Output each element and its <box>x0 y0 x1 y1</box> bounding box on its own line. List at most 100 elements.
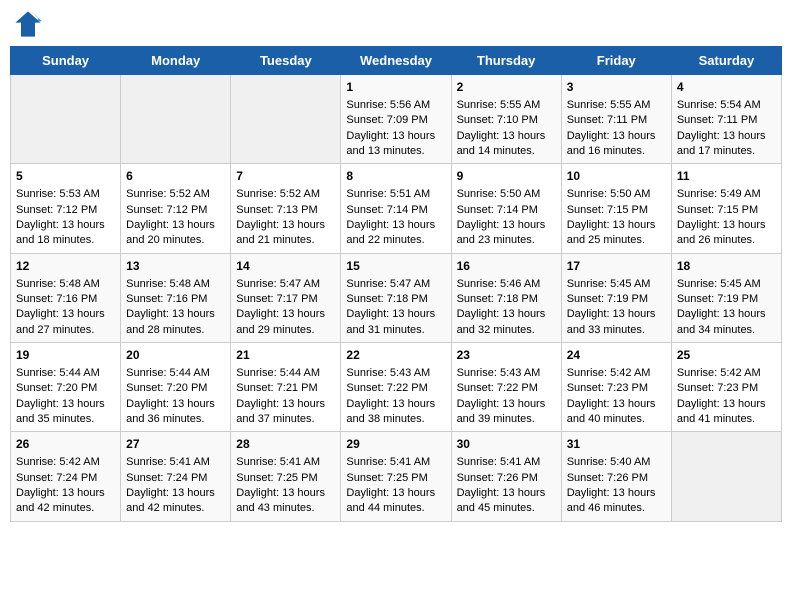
day-number: 19 <box>16 347 115 364</box>
sunrise-text: Sunrise: 5:42 AM <box>567 366 666 381</box>
daylight-text: Daylight: 13 hours and 16 minutes. <box>567 129 666 160</box>
sunset-text: Sunset: 7:14 PM <box>346 203 445 218</box>
calendar-cell: 1Sunrise: 5:56 AMSunset: 7:09 PMDaylight… <box>341 75 451 164</box>
calendar-body: 1 Sunrise: 5:56 AMSunset: 7:09 PM Daylight… <box>11 75 782 522</box>
sunset-text: Sunset: 7:22 PM <box>346 381 445 396</box>
daylight-text: Daylight: 13 hours and 23 minutes. <box>457 218 556 249</box>
calendar-week-3: 12Sunrise: 5:48 AMSunset: 7:16 PMDayligh… <box>11 253 782 342</box>
daylight-text: Daylight: 13 hours and 14 minutes. <box>457 129 556 160</box>
calendar-cell: 18Sunrise: 5:45 AMSunset: 7:19 PMDayligh… <box>671 253 781 342</box>
daylight-text: Daylight: 13 hours and 36 minutes. <box>126 397 225 428</box>
sunrise-text: Sunrise: 5:47 AM <box>236 277 335 292</box>
sunrise-text: Sunrise: 5:50 AM <box>567 187 666 202</box>
calendar-week-1: 1 Sunrise: 5:56 AMSunset: 7:09 PM Daylight… <box>11 75 782 164</box>
calendar-cell: 5 Sunrise: 5:53 AMSunset: 7:12 PMDaylight… <box>11 164 121 253</box>
day-number: 29 <box>346 436 445 453</box>
calendar-cell: 23Sunrise: 5:43 AMSunset: 7:22 PMDayligh… <box>451 343 561 432</box>
day-number: 5 <box>16 168 115 185</box>
day-number: 30 <box>457 436 556 453</box>
calendar-cell: 9Sunrise: 5:50 AMSunset: 7:14 PMDaylight… <box>451 164 561 253</box>
calendar-cell: 20Sunrise: 5:44 AMSunset: 7:20 PMDayligh… <box>121 343 231 432</box>
calendar-cell: 2Sunrise: 5:55 AMSunset: 7:10 PMDaylight… <box>451 75 561 164</box>
sunset-text: Sunset: 7:12 PM <box>126 203 225 218</box>
weekday-header-tuesday: Tuesday <box>231 47 341 75</box>
sunset-text: Sunset: 7:16 PM <box>16 292 115 307</box>
sunrise-text: Sunrise: 5:52 AM <box>236 187 335 202</box>
sunset-text: Sunset: 7:19 PM <box>567 292 666 307</box>
calendar-cell: 15Sunrise: 5:47 AMSunset: 7:18 PMDayligh… <box>341 253 451 342</box>
calendar-week-2: 5Sunrise: 5:53 AMSunset: 7:12 PMDaylight… <box>11 164 782 253</box>
daylight-text: Daylight: 13 hours and 38 minutes. <box>346 397 445 428</box>
weekday-header-sunday: Sunday <box>11 47 121 75</box>
sunset-text: Sunset: 7:20 PM <box>16 381 115 396</box>
sunrise-text: Sunrise: 5:50 AM <box>457 187 556 202</box>
daylight-text: Daylight: 13 hours and 29 minutes. <box>236 307 335 338</box>
day-number: 21 <box>236 347 335 364</box>
sunset-text: Sunset: 7:25 PM <box>346 471 445 486</box>
day-number: 1 <box>346 79 445 96</box>
sunset-text: Sunset: 7:11 PM <box>677 113 776 128</box>
sunrise-text: Sunrise: 5:46 AM <box>457 277 556 292</box>
sunset-text: Sunset: 7:12 PM <box>16 203 115 218</box>
sunset-text: Sunset: 7:13 PM <box>236 203 335 218</box>
sunrise-text: Sunrise: 5:40 AM <box>567 455 666 470</box>
day-number: 26 <box>16 436 115 453</box>
day-number: 28 <box>236 436 335 453</box>
calendar-cell: 24Sunrise: 5:42 AMSunset: 7:23 PMDayligh… <box>561 343 671 432</box>
logo <box>14 10 46 38</box>
calendar-cell: 6Sunrise: 5:52 AMSunset: 7:12 PMDaylight… <box>121 164 231 253</box>
calendar-cell <box>121 75 231 164</box>
calendar-cell <box>11 75 121 164</box>
day-number: 18 <box>677 258 776 275</box>
sunset-text: Sunset: 7:16 PM <box>126 292 225 307</box>
daylight-text: Daylight: 13 hours and 46 minutes. <box>567 486 666 517</box>
daylight-text: Daylight: 13 hours and 27 minutes. <box>16 307 115 338</box>
logo-icon <box>14 10 42 38</box>
day-number: 20 <box>126 347 225 364</box>
calendar-cell <box>671 432 781 521</box>
calendar-cell: 26Sunrise: 5:42 AMSunset: 7:24 PMDayligh… <box>11 432 121 521</box>
sunset-text: Sunset: 7:15 PM <box>677 203 776 218</box>
day-number: 17 <box>567 258 666 275</box>
calendar-cell: 10Sunrise: 5:50 AMSunset: 7:15 PMDayligh… <box>561 164 671 253</box>
sunrise-text: Sunrise: 5:44 AM <box>236 366 335 381</box>
sunrise-text: Sunrise: 5:53 AM <box>16 187 115 202</box>
sunset-text: Sunset: 7:18 PM <box>457 292 556 307</box>
day-number: 4 <box>677 79 776 96</box>
daylight-text: Daylight: 13 hours and 44 minutes. <box>346 486 445 517</box>
sunset-text: Sunset: 7:25 PM <box>236 471 335 486</box>
sunrise-text: Sunrise: 5:48 AM <box>16 277 115 292</box>
day-number: 13 <box>126 258 225 275</box>
weekday-header-row: SundayMondayTuesdayWednesdayThursdayFrid… <box>11 47 782 75</box>
daylight-text: Daylight: 13 hours and 21 minutes. <box>236 218 335 249</box>
sunrise-text: Sunrise: 5:45 AM <box>567 277 666 292</box>
calendar-cell: 22Sunrise: 5:43 AMSunset: 7:22 PMDayligh… <box>341 343 451 432</box>
calendar-week-4: 19 Sunrise: 5:44 AM Sunset: 7:20 PM Dayligh… <box>11 343 782 432</box>
sunset-text: Sunset: 7:09 PM <box>346 113 445 128</box>
sunrise-text: Sunrise: 5:56 AM <box>346 98 445 113</box>
weekday-header-monday: Monday <box>121 47 231 75</box>
calendar-cell: 25Sunrise: 5:42 AMSunset: 7:23 PMDayligh… <box>671 343 781 432</box>
weekday-header-thursday: Thursday <box>451 47 561 75</box>
weekday-header-wednesday: Wednesday <box>341 47 451 75</box>
daylight-text: Daylight: 13 hours and 18 minutes. <box>16 218 115 249</box>
sunrise-text: Sunrise: 5:47 AM <box>346 277 445 292</box>
calendar-cell: 19Sunrise: 5:44 AMSunset: 7:20 PMDayligh… <box>11 343 121 432</box>
sunset-text: Sunset: 7:15 PM <box>567 203 666 218</box>
daylight-text: Daylight: 13 hours and 32 minutes. <box>457 307 556 338</box>
calendar-cell: 7Sunrise: 5:52 AMSunset: 7:13 PMDaylight… <box>231 164 341 253</box>
calendar-cell: 13Sunrise: 5:48 AMSunset: 7:16 PMDayligh… <box>121 253 231 342</box>
sunrise-text: Sunrise: 5:49 AM <box>677 187 776 202</box>
sunrise-text: Sunrise: 5:43 AM <box>457 366 556 381</box>
sunrise-text: Sunrise: 5:41 AM <box>236 455 335 470</box>
daylight-text: Daylight: 13 hours and 45 minutes. <box>457 486 556 517</box>
day-number: 12 <box>16 258 115 275</box>
sunrise-text: Sunrise: 5:41 AM <box>346 455 445 470</box>
daylight-text: Daylight: 13 hours and 42 minutes. <box>126 486 225 517</box>
sunset-text: Sunset: 7:26 PM <box>567 471 666 486</box>
sunset-text: Sunset: 7:26 PM <box>457 471 556 486</box>
sunset-text: Sunset: 7:11 PM <box>567 113 666 128</box>
sunrise-text: Sunrise: 5:44 AM <box>126 366 225 381</box>
daylight-text: Daylight: 13 hours and 39 minutes. <box>457 397 556 428</box>
day-number: 25 <box>677 347 776 364</box>
